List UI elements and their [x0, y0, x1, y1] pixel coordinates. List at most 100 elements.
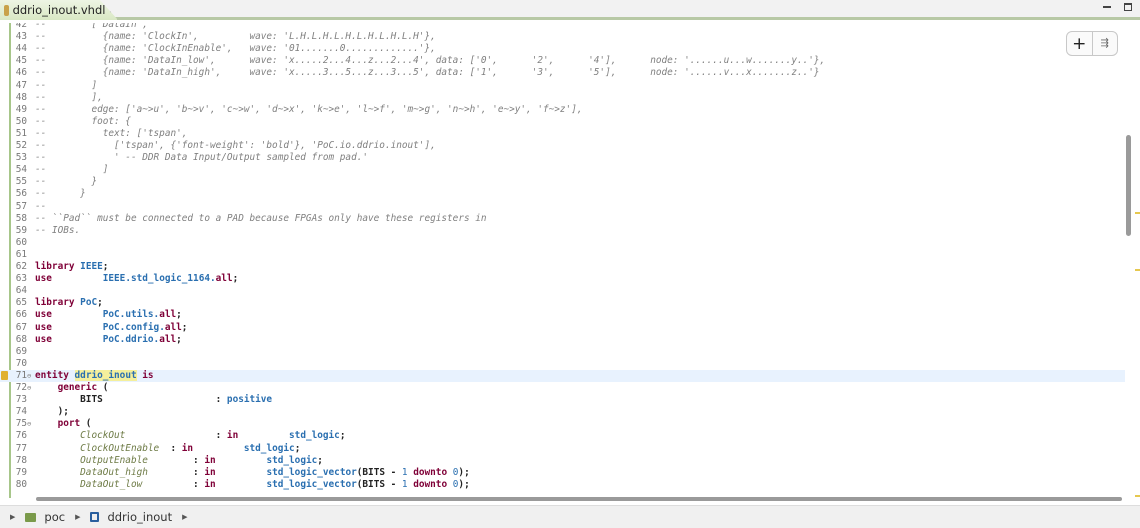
- close-tab-icon[interactable]: ⊠: [109, 5, 117, 15]
- line-number: 47: [15, 79, 27, 91]
- line-number: 53: [15, 152, 27, 164]
- code-line[interactable]: 49 -- edge: ['a~>u', 'b~>v', 'c~>w', 'd~>…: [0, 104, 1125, 116]
- vertical-scrollbar[interactable]: [1126, 135, 1131, 236]
- code-line[interactable]: 66 use PoC.utils.all;: [0, 309, 1125, 321]
- code-line[interactable]: 57 --: [0, 201, 1125, 213]
- filter-icon[interactable]: ⇶: [1091, 32, 1118, 55]
- code-line[interactable]: 75 ⊖ port (: [0, 418, 1125, 430]
- code-line[interactable]: 76 ClockOut : in std_logic;: [0, 430, 1125, 442]
- code-line[interactable]: 53 -- ' -- DDR Data Input/Output sampled …: [0, 152, 1125, 164]
- code-line[interactable]: 78 OutputEnable : in std_logic;: [0, 455, 1125, 467]
- code-line[interactable]: 68 use PoC.ddrio.all;: [0, 334, 1125, 346]
- code-text: -- ['DataIn',: [35, 23, 148, 31]
- code-line[interactable]: 42 -- ['DataIn',: [0, 23, 1125, 31]
- code-line[interactable]: 47 -- ]: [0, 80, 1125, 92]
- line-number: 42: [15, 23, 27, 30]
- code-line[interactable]: 43 -- {name: 'ClockIn', wave: 'L.H.L.H.L.…: [0, 31, 1125, 43]
- code-token: std_logic_vector: [266, 466, 357, 478]
- breadcrumb-entity[interactable]: ddrio_inout: [107, 510, 172, 524]
- code-line[interactable]: 64: [0, 285, 1125, 297]
- editor-toolbox: + ⇶: [1066, 31, 1118, 56]
- entity-icon: [90, 512, 100, 522]
- line-number: 43: [15, 31, 27, 43]
- fold-icon[interactable]: ⊖: [27, 382, 31, 394]
- code-line[interactable]: 62 library IEEE;: [0, 261, 1125, 273]
- code-token: library: [35, 261, 75, 272]
- code-text: BITS : positive: [35, 394, 272, 406]
- code-token: -- {name: 'DataIn_high', wave: 'x.....3.…: [35, 67, 820, 79]
- code-line[interactable]: 59 -- IOBs.: [0, 225, 1125, 237]
- line-number: 80: [15, 478, 27, 490]
- code-line[interactable]: 60: [0, 237, 1125, 249]
- fold-icon[interactable]: ⊖: [27, 370, 31, 382]
- code-line[interactable]: 79 DataOut_high : in std_logic_vector(BI…: [0, 467, 1125, 479]
- breadcrumb-project[interactable]: poc: [44, 510, 65, 524]
- code-line[interactable]: 61: [0, 249, 1125, 261]
- code-line[interactable]: 74 );: [0, 406, 1125, 418]
- code-line[interactable]: 71 ⊖ entity ddrio_inout is: [0, 369, 1125, 382]
- code-text: -- ['tspan', {'font-weight': 'bold'}, 'P…: [35, 140, 436, 152]
- code-line[interactable]: 46 -- {name: 'DataIn_high', wave: 'x.....…: [0, 67, 1125, 79]
- code-line[interactable]: 50 -- foot: {: [0, 116, 1125, 128]
- line-number: 73: [15, 394, 27, 406]
- code-token: );: [458, 478, 470, 490]
- code-line[interactable]: 44 -- {name: 'ClockInEnable', wave: '01..…: [0, 43, 1125, 55]
- line-number: 46: [15, 67, 27, 79]
- add-icon[interactable]: +: [1067, 32, 1092, 55]
- code-token: );: [458, 466, 470, 478]
- code-text: -- edge: ['a~>u', 'b~>v', 'c~>w', 'd~>x'…: [35, 104, 583, 116]
- code-line[interactable]: 73 BITS : positive: [0, 394, 1125, 406]
- code-editor[interactable]: 42 -- ['DataIn', 43 -- {name: 'ClockIn', wa…: [0, 23, 1140, 498]
- code-line[interactable]: 55 -- }: [0, 176, 1125, 188]
- chevron-right-icon[interactable]: ▶: [10, 513, 15, 521]
- code-line[interactable]: 48 -- ],: [0, 92, 1125, 104]
- code-token: -- {name: 'DataIn_low', wave: 'x.....2..…: [35, 55, 826, 67]
- code-line[interactable]: 51 -- text: ['tspan',: [0, 128, 1125, 140]
- code-line[interactable]: 80 DataOut_low : in std_logic_vector(BIT…: [0, 479, 1125, 491]
- code-line[interactable]: 67 use PoC.config.all;: [0, 322, 1125, 334]
- code-line[interactable]: 72 ⊖ generic (: [0, 382, 1125, 394]
- chevron-right-icon[interactable]: ▶: [182, 513, 187, 521]
- line-number: 52: [15, 140, 27, 151]
- chevron-right-icon[interactable]: ▶: [75, 513, 80, 521]
- code-text: ClockOutEnable : in std_logic;: [35, 443, 300, 455]
- maximize-icon[interactable]: [1124, 3, 1132, 11]
- code-token: :: [215, 430, 227, 442]
- code-line[interactable]: 52 -- ['tspan', {'font-weight': 'bold'}, …: [0, 140, 1125, 152]
- fold-icon[interactable]: ⊖: [27, 418, 31, 430]
- code-text: -- IOBs.: [35, 225, 80, 237]
- code-token: -- {name: 'ClockIn', wave: 'L.H.L.H.L.H.…: [35, 31, 436, 43]
- line-number: 61: [15, 248, 27, 260]
- code-token: ;: [294, 442, 301, 454]
- code-line[interactable]: 45 -- {name: 'DataIn_low', wave: 'x.....2…: [0, 55, 1125, 67]
- minimize-icon[interactable]: [1103, 6, 1111, 8]
- code-text: -- text: ['tspan',: [35, 128, 187, 140]
- editor-tab[interactable]: ddrio_inout.vhdl ⊠: [0, 0, 118, 20]
- code-line[interactable]: 56 -- }: [0, 188, 1125, 200]
- line-number: 74: [15, 406, 27, 418]
- code-text: -- ``Pad`` must be connected to a PAD be…: [35, 213, 487, 225]
- code-line[interactable]: 77 ClockOutEnable : in std_logic;: [0, 443, 1125, 455]
- code-line[interactable]: 69: [0, 346, 1125, 358]
- overview-ruler[interactable]: [1134, 23, 1140, 498]
- project-icon: [25, 512, 37, 522]
- code-line[interactable]: 65 library PoC;: [0, 297, 1125, 309]
- code-line[interactable]: 58 -- ``Pad`` must be connected to a PAD …: [0, 213, 1125, 225]
- code-text: DataOut_low : in std_logic_vector(BITS -…: [35, 479, 470, 491]
- code-text: -- {name: 'DataIn_low', wave: 'x.....2..…: [35, 55, 825, 67]
- code-text: -- }: [35, 188, 86, 200]
- code-line[interactable]: 54 -- ]: [0, 164, 1125, 176]
- line-number: 51: [15, 127, 27, 139]
- code-line[interactable]: 63 use IEEE.std_logic_1164.all;: [0, 273, 1125, 285]
- code-text: );: [35, 406, 69, 418]
- code-line[interactable]: 70: [0, 358, 1125, 370]
- code-text: -- foot: {: [35, 116, 131, 128]
- code-token: is: [142, 369, 154, 381]
- horizontal-scrollbar[interactable]: [36, 497, 1122, 501]
